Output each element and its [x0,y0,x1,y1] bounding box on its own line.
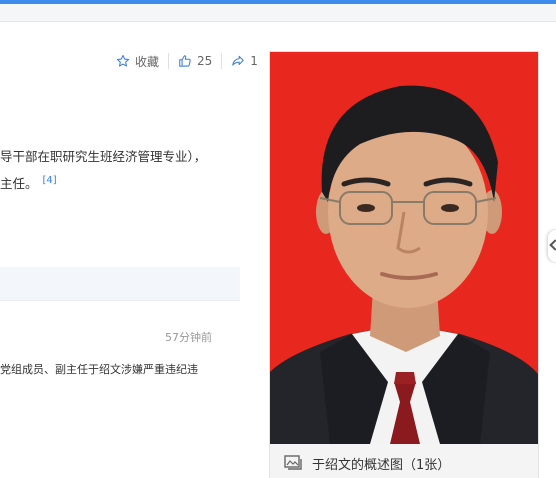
image-gallery-icon [284,455,302,470]
summary-photo-card: 于绍文的概述图（1张） [269,51,539,478]
thumbs-up-icon [179,55,191,67]
star-icon [116,54,130,67]
share-button[interactable]: 1 [231,54,258,68]
body-text-fragment: 主任。 [0,176,38,192]
portrait-photo[interactable] [270,52,538,444]
share-count: 1 [250,54,258,68]
divider [168,53,170,69]
news-timestamp: 57分钟前 [165,331,212,344]
body-text-line: 主任。 [4] [0,172,57,193]
like-count: 25 [197,54,213,68]
top-strip [0,4,556,22]
news-panel-header [0,267,240,301]
share-icon [232,55,245,66]
action-bar: 收藏 25 1 [116,50,258,72]
divider [221,53,223,69]
body-text-line: 导干部在职研究生班经济管理专业）， [0,149,207,164]
reference-link[interactable]: [4] [43,175,57,186]
like-button[interactable]: 25 [178,54,212,68]
favorite-label: 收藏 [135,54,160,69]
photo-caption-label: 于绍文的概述图（1张） [312,457,451,473]
favorite-button[interactable]: 收藏 [116,53,159,70]
news-item-link[interactable]: 党组成员、副主任于绍文涉嫌严重违纪违 [0,361,198,377]
photo-caption[interactable]: 于绍文的概述图（1张） [270,444,538,478]
side-collapse-tab[interactable] [548,230,556,262]
portrait-illustration [270,85,538,444]
